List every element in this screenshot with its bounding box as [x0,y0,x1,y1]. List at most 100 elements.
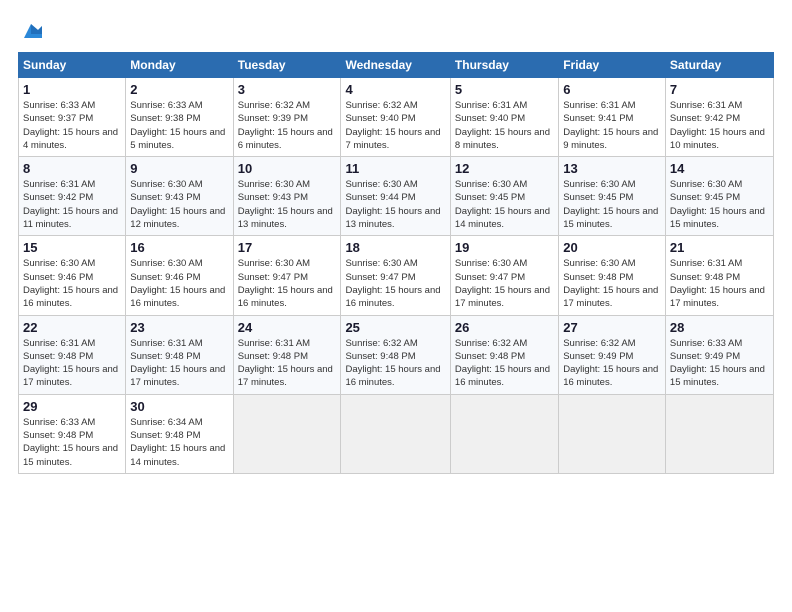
day-info: Sunrise: 6:31 AMSunset: 9:42 PMDaylight:… [670,99,769,152]
daylight-text: Daylight: 15 hours and 16 minutes. [345,285,440,309]
calendar-cell: 21Sunrise: 6:31 AMSunset: 9:48 PMDayligh… [665,236,773,315]
day-number: 28 [670,320,769,335]
day-info: Sunrise: 6:30 AMSunset: 9:43 PMDaylight:… [238,178,337,231]
sunset-text: Sunset: 9:48 PM [23,351,93,362]
calendar-cell: 9Sunrise: 6:30 AMSunset: 9:43 PMDaylight… [126,157,233,236]
sunrise-text: Sunrise: 6:31 AM [23,179,95,190]
day-number: 3 [238,82,337,97]
logo-icon [20,20,42,42]
day-number: 5 [455,82,554,97]
sunrise-text: Sunrise: 6:30 AM [23,258,95,269]
daylight-text: Daylight: 15 hours and 16 minutes. [563,364,658,388]
day-number: 10 [238,161,337,176]
calendar-cell: 16 Sunrise: 6:30 AM Sunset: 9:46 PM Dayligh… [126,236,233,315]
sunset-text: Sunset: 9:42 PM [23,192,93,203]
calendar-cell [341,394,450,473]
sunset-text: Sunset: 9:40 PM [455,113,525,124]
sunrise-text: Sunrise: 6:31 AM [23,338,95,349]
day-info: Sunrise: 6:33 AMSunset: 9:38 PMDaylight:… [130,99,228,152]
calendar-cell: 8Sunrise: 6:31 AMSunset: 9:42 PMDaylight… [19,157,126,236]
sunrise-text: Sunrise: 6:32 AM [345,100,417,111]
daylight-text: Daylight: 15 hours and 15 minutes. [563,206,658,230]
daylight-text: Daylight: 15 hours and 4 minutes. [23,127,118,151]
daylight-text: Daylight: 15 hours and 13 minutes. [238,206,333,230]
calendar-table: SundayMondayTuesdayWednesdayThursdayFrid… [18,52,774,474]
calendar-cell: 3Sunrise: 6:32 AMSunset: 9:39 PMDaylight… [233,78,341,157]
calendar-cell: 20Sunrise: 6:30 AMSunset: 9:48 PMDayligh… [559,236,666,315]
calendar-cell: 19 Sunrise: 6:30 AMSunset: 9:47 PMDayligh… [450,236,558,315]
day-number: 2 [130,82,228,97]
calendar-header-thursday: Thursday [450,53,558,78]
sunrise-text: Sunrise: 6:31 AM [563,100,635,111]
sunrise-text: Sunrise: 6:30 AM [238,179,310,190]
calendar-header-monday: Monday [126,53,233,78]
sunrise-text: Sunrise: 6:32 AM [455,338,527,349]
day-info: Sunrise: 6:31 AMSunset: 9:41 PMDaylight:… [563,99,661,152]
day-number: 17 [238,240,337,255]
daylight-text: Daylight: 15 hours and 15 minutes. [670,364,765,388]
sunset-text: Sunset: 9:48 PM [563,272,633,283]
sunrise-text: Sunrise: 6:32 AM [345,338,417,349]
sunrise-text: Sunrise: 6:30 AM [345,258,417,269]
sunrise-text: Sunrise: 6:30 AM [130,258,202,269]
calendar-cell: 28 Sunrise: 6:33 AMSunset: 9:49 PMDayligh… [665,315,773,394]
day-number: 13 [563,161,661,176]
day-number: 19 [455,240,554,255]
day-number: 15 [23,240,121,255]
day-info: Sunrise: 6:31 AMSunset: 9:48 PMDaylight:… [238,337,337,390]
calendar-header-friday: Friday [559,53,666,78]
sunrise-text: Sunrise: 6:32 AM [563,338,635,349]
sunrise-text: Sunrise: 6:33 AM [130,100,202,111]
daylight-text: Daylight: 15 hours and 10 minutes. [670,127,765,151]
calendar-week-row: 15 Sunrise: 6:30 AM Sunset: 9:46 PM Dayligh… [19,236,774,315]
day-info: Sunrise: 6:32 AM Sunset: 9:48 PM Daylight:… [455,337,554,390]
calendar-cell: 30Sunrise: 6:34 AMSunset: 9:48 PMDayligh… [126,394,233,473]
calendar-cell: 17Sunrise: 6:30 AMSunset: 9:47 PMDayligh… [233,236,341,315]
calendar-cell: 29Sunrise: 6:33 AMSunset: 9:48 PMDayligh… [19,394,126,473]
sunset-text: Sunset: 9:46 PM [130,272,200,283]
day-info: Sunrise: 6:33 AMSunset: 9:37 PMDaylight:… [23,99,121,152]
calendar-cell: 22Sunrise: 6:31 AMSunset: 9:48 PMDayligh… [19,315,126,394]
day-info: Sunrise: 6:33 AMSunset: 9:49 PMDaylight:… [670,337,769,390]
sunset-text: Sunset: 9:45 PM [670,192,740,203]
daylight-text: Daylight: 15 hours and 13 minutes. [345,206,440,230]
daylight-text: Daylight: 15 hours and 16 minutes. [455,364,550,388]
day-number: 7 [670,82,769,97]
daylight-text: Daylight: 15 hours and 17 minutes. [563,285,658,309]
day-info: Sunrise: 6:31 AMSunset: 9:42 PMDaylight:… [23,178,121,231]
sunset-text: Sunset: 9:38 PM [130,113,200,124]
sunset-text: Sunset: 9:48 PM [455,351,525,362]
day-number: 12 [455,161,554,176]
day-number: 14 [670,161,769,176]
calendar-week-row: 29Sunrise: 6:33 AMSunset: 9:48 PMDayligh… [19,394,774,473]
calendar-header-row: SundayMondayTuesdayWednesdayThursdayFrid… [19,53,774,78]
day-number: 22 [23,320,121,335]
daylight-text: Daylight: 15 hours and 17 minutes. [455,285,550,309]
day-info: Sunrise: 6:30 AMSunset: 9:47 PMDaylight:… [455,257,554,310]
sunrise-text: Sunrise: 6:30 AM [670,179,742,190]
calendar-cell: 11Sunrise: 6:30 AMSunset: 9:44 PMDayligh… [341,157,450,236]
daylight-text: Daylight: 15 hours and 17 minutes. [238,364,333,388]
calendar-week-row: 1 Sunrise: 6:33 AMSunset: 9:37 PMDaylight… [19,78,774,157]
calendar-cell: 26Sunrise: 6:32 AMSunset: 9:48 PMDayligh… [450,315,558,394]
sunrise-text: Sunrise: 6:30 AM [563,258,635,269]
day-info: Sunrise: 6:32 AMSunset: 9:48 PMDaylight:… [345,337,445,390]
day-info: Sunrise: 6:30 AM Sunset: 9:46 PM Daylight:… [130,257,228,310]
sunrise-text: Sunrise: 6:30 AM [238,258,310,269]
sunset-text: Sunset: 9:43 PM [130,192,200,203]
day-number: 1 [23,82,121,97]
day-number: 24 [238,320,337,335]
daylight-text: Daylight: 15 hours and 8 minutes. [455,127,550,151]
day-number: 16 [130,240,228,255]
calendar-cell: 2Sunrise: 6:33 AMSunset: 9:38 PMDaylight… [126,78,233,157]
sunset-text: Sunset: 9:47 PM [345,272,415,283]
day-info: Sunrise: 6:30 AMSunset: 9:45 PMDaylight:… [670,178,769,231]
calendar-cell: 1 Sunrise: 6:33 AMSunset: 9:37 PMDaylight… [19,78,126,157]
calendar-cell: 14Sunrise: 6:30 AMSunset: 9:45 PMDayligh… [665,157,773,236]
day-number: 29 [23,399,121,414]
day-info: Sunrise: 6:31 AMSunset: 9:48 PMDaylight:… [130,337,228,390]
calendar-cell: 5Sunrise: 6:31 AMSunset: 9:40 PMDaylight… [450,78,558,157]
day-info: Sunrise: 6:30 AMSunset: 9:44 PMDaylight:… [345,178,445,231]
day-info: Sunrise: 6:32 AMSunset: 9:40 PMDaylight:… [345,99,445,152]
daylight-text: Daylight: 15 hours and 16 minutes. [130,285,225,309]
